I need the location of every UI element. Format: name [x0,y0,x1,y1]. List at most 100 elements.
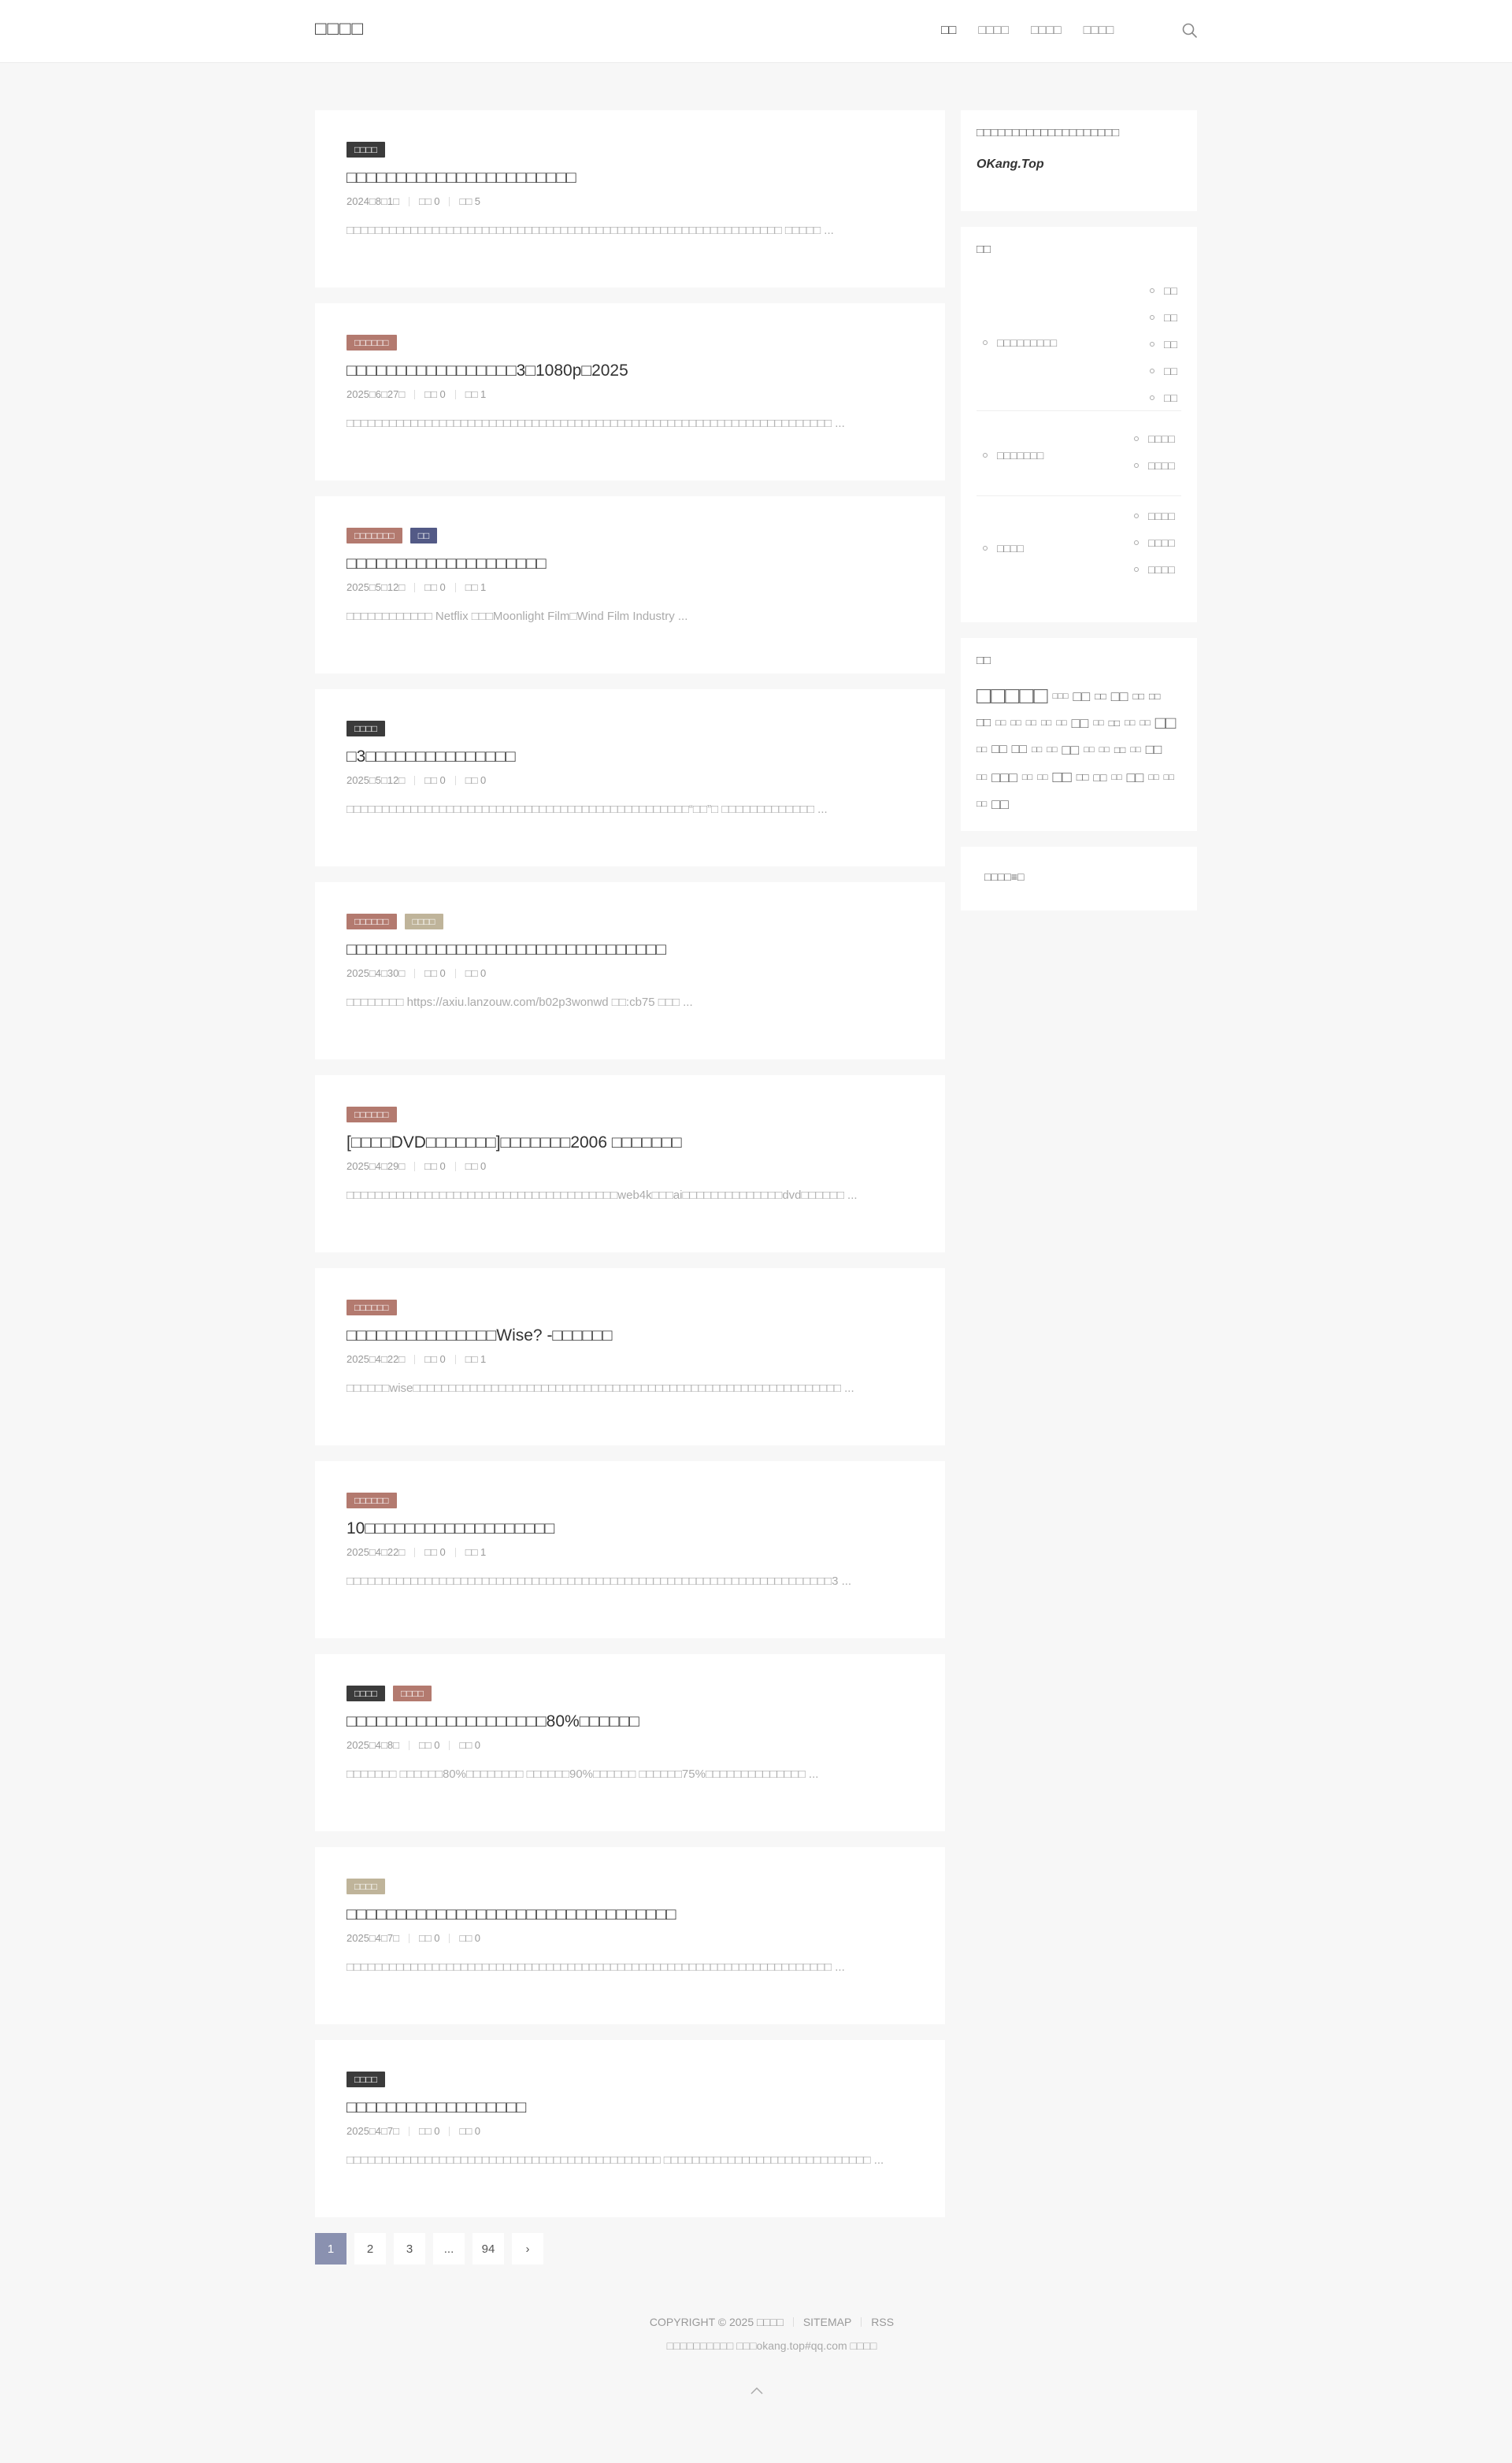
tag-link[interactable]: □□ [1084,736,1094,763]
post-title[interactable]: □□□□□□□□□□□□□□□□□3□1080p□2025 [346,358,914,384]
submenu-item[interactable]: □□ [1150,277,1177,304]
post-title[interactable]: □□□□□□□□□□□□□□□□□□□□□□□□□□□□□□□□ [346,937,914,963]
nav-item-4[interactable]: □□□□ [1084,24,1114,38]
page-button[interactable]: 3 [394,2233,425,2265]
nav-item-home[interactable]: □□ [941,24,956,38]
tag-link[interactable]: □□ [1114,736,1126,763]
menu-item[interactable]: □□□□ [983,542,1024,555]
tag-link[interactable]: □□ [976,791,987,818]
tag-link[interactable]: □□ [1041,710,1051,736]
nav-item-3[interactable]: □□□□ [1031,24,1062,38]
tag-link[interactable]: □□ [1155,710,1177,736]
post-title[interactable]: [□□□□DVD□□□□□□□]□□□□□□□2006 □□□□□□□ [346,1130,914,1155]
post-title[interactable]: □□□□□□□□□□□□□□□Wise? -□□□□□□ [346,1323,914,1348]
tag-link[interactable]: □□ [1073,683,1091,710]
tag-link[interactable]: □□ [1127,764,1144,791]
tag-link[interactable]: □□ [976,736,987,763]
tag-link[interactable]: □□ [1133,683,1145,710]
tag-link[interactable]: □□ [1010,710,1021,736]
tag-link[interactable]: □□ [1022,764,1032,791]
tag-link[interactable]: □□ [1111,683,1128,710]
next-page-button[interactable]: › [512,2233,543,2265]
category-badge[interactable]: □□□□□□ [346,335,397,351]
tag-link[interactable]: □□ [1032,736,1042,763]
tag-link[interactable]: □□ [991,736,1006,763]
category-badge[interactable]: □□□□ [346,1879,385,1894]
search-icon[interactable] [1181,22,1199,39]
tag-link[interactable]: □□ [1093,764,1106,791]
category-badge[interactable]: □□□□ [404,914,443,929]
tag-link[interactable]: □□ [976,764,987,791]
menu-item[interactable]: □□□□□□□□□ [983,336,1057,349]
post-title[interactable]: □□□□□□□□□□□□□□□□□□□□□□□□□□□□□□□□□ [346,1902,914,1927]
menu-item-label: □□□□□□□ [997,449,1044,462]
submenu-item[interactable]: □□□□ [1134,503,1175,529]
menu-group: □□□□□□□□□ □□ □□ □□ □□ □□ [976,277,1181,411]
category-badge[interactable]: □□□□ [346,2072,385,2087]
tag-link[interactable]: □□ [1026,710,1036,736]
tag-link[interactable]: □□ [976,710,991,736]
tag-link[interactable]: □□ [1095,683,1106,710]
tag-link[interactable]: □□ [995,710,1006,736]
category-badge[interactable]: □□□□□□ [346,1107,397,1122]
menu-item[interactable]: □□□□□□□ [983,449,1043,462]
submenu-item[interactable]: □□ [1150,331,1177,358]
submenu-item[interactable]: □□□□ [1134,529,1175,556]
tag-link[interactable]: □□ [1109,710,1121,736]
category-badge[interactable]: □□ [410,528,438,543]
tag-link[interactable]: □□ [1099,736,1110,763]
page-button[interactable]: 2 [354,2233,386,2265]
site-logo[interactable]: □□□□ [315,18,364,40]
category-badge[interactable]: □□□□□□ [346,914,397,929]
tag-link[interactable]: □□□ [1053,683,1069,710]
post-title[interactable]: 10□□□□□□□□□□□□□□□□□□□ [346,1516,914,1541]
tag-link[interactable]: □□ [1037,764,1047,791]
tag-link[interactable]: □□ [1140,710,1150,736]
tag-link[interactable]: □□ [1056,710,1066,736]
tag-link[interactable]: □□ [1077,764,1089,791]
post-title[interactable]: □3□□□□□□□□□□□□□□□ [346,744,914,770]
tag-link[interactable]: □□ [1149,683,1161,710]
nav-item-2[interactable]: □□□□ [978,24,1009,38]
tag-link[interactable]: □□ [1047,736,1057,763]
back-to-top-icon[interactable] [748,2383,765,2400]
tag-link[interactable]: □□ [1062,736,1080,763]
tag-link[interactable]: □□□ [991,764,1017,791]
post-title[interactable]: □□□□□□□□□□□□□□□□□□□□□□□ [346,165,914,191]
post-title[interactable]: □□□□□□□□□□□□□□□□□□□□ [346,551,914,577]
tag-link[interactable]: □□ [991,791,1009,818]
sitemap-link[interactable]: SITEMAP [803,2316,851,2328]
submenu-item[interactable]: □□□□ [1134,556,1175,583]
submenu-item[interactable]: □□ [1150,358,1177,384]
page-button[interactable]: 94 [472,2233,504,2265]
submenu-item[interactable]: □□ [1150,384,1177,411]
tag-link[interactable]: □□ [1012,736,1027,763]
tag-link[interactable]: □□ [1148,764,1158,791]
category-badge[interactable]: □□□□□□□ [346,528,402,543]
widget-button[interactable]: □□□□≡□ [984,870,1173,883]
rss-link[interactable]: RSS [871,2316,894,2328]
tag-link[interactable]: □□ [1146,736,1162,763]
tag-link[interactable]: □□ [1125,710,1135,736]
category-badge[interactable]: □□□□□□ [346,1493,397,1508]
tag-link[interactable]: □□ [1072,710,1089,736]
submenu-item[interactable]: □□ [1150,304,1177,331]
post-title[interactable]: □□□□□□□□□□□□□□□□□□□□80%□□□□□□ [346,1709,914,1734]
post-excerpt: □□□□□□□□□□□□ Netflix □□□Moonlight Film□W… [346,610,688,623]
category-badge[interactable]: □□□□ [346,142,385,158]
tag-link[interactable]: □□ [1164,764,1174,791]
category-badge[interactable]: □□□□□□ [346,1300,397,1315]
submenu-item[interactable]: □□□□ [1134,425,1175,452]
post-title[interactable]: □□□□□□□□□□□□□□□□□□ [346,2095,914,2120]
tag-link[interactable]: □□ [1093,710,1103,736]
category-badge[interactable]: □□□□ [346,721,385,736]
tag-link[interactable]: □□ [1130,736,1140,763]
tag-link[interactable]: □□ [1111,764,1121,791]
post-card: □□□□□□ 10□□□□□□□□□□□□□□□□□□□ 2025□4□22□ □□ … [315,1461,945,1638]
category-badge[interactable]: □□□□ [393,1686,432,1701]
category-badge[interactable]: □□□□ [346,1686,385,1701]
tag-link[interactable]: □□□□□ [976,683,1048,710]
tag-link[interactable]: □□ [1053,764,1072,791]
submenu-item[interactable]: □□□□ [1134,452,1175,479]
page-button[interactable]: 1 [315,2233,346,2265]
